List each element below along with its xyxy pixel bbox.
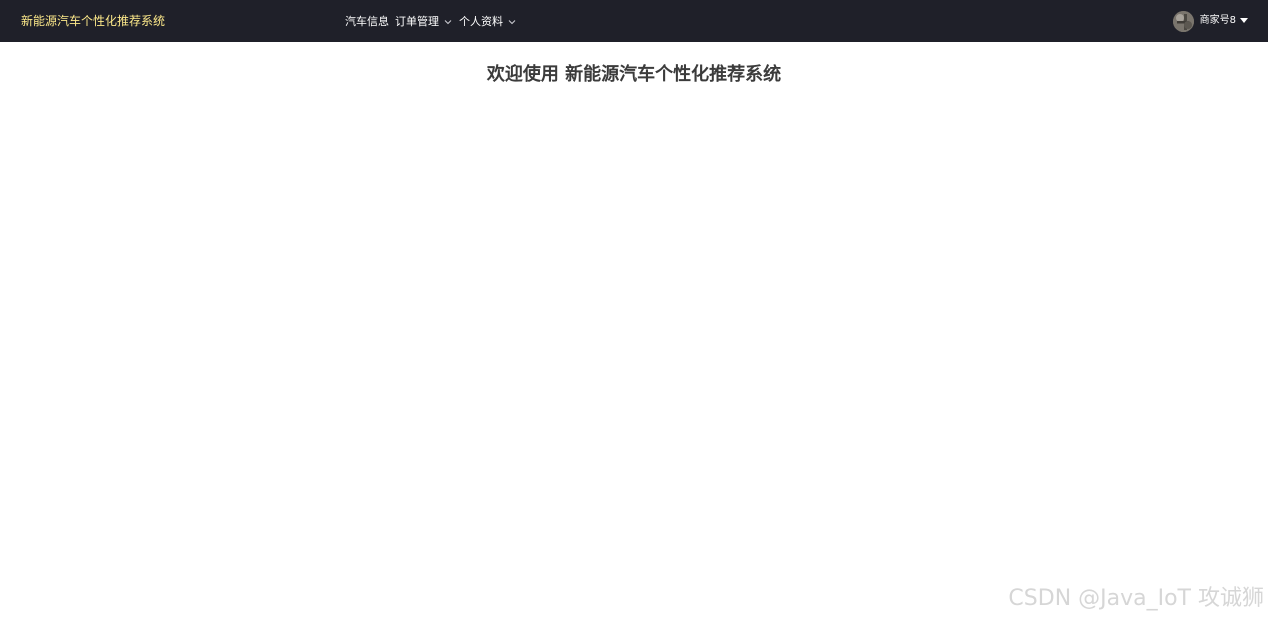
welcome-heading: 欢迎使用 新能源汽车个性化推荐系统 [486, 64, 782, 85]
brand-title[interactable]: 新能源汽车个性化推荐系统 [21, 13, 165, 29]
caret-down-icon[interactable] [1240, 18, 1248, 24]
top-navbar: 新能源汽车个性化推荐系统 汽车信息 订单管理 个人资料 商家号8 [0, 0, 1268, 42]
nav-item-profile[interactable]: 个人资料 [459, 14, 517, 30]
watermark: CSDN @Java_IoT 攻诚狮 [1008, 586, 1264, 611]
nav-item-label: 订单管理 [395, 15, 439, 28]
nav-item-label: 汽车信息 [345, 15, 389, 28]
nav-item-car-info[interactable]: 汽车信息 [345, 14, 389, 30]
username[interactable]: 商家号8 [1200, 14, 1236, 28]
chevron-down-icon [508, 20, 516, 25]
nav-item-label: 个人资料 [459, 15, 503, 28]
main-nav: 汽车信息 订单管理 个人资料 [345, 14, 523, 30]
chevron-down-icon [444, 20, 452, 25]
avatar[interactable] [1172, 10, 1194, 32]
user-menu[interactable]: 商家号8 [1172, 10, 1248, 32]
nav-item-order-management[interactable]: 订单管理 [395, 14, 453, 30]
